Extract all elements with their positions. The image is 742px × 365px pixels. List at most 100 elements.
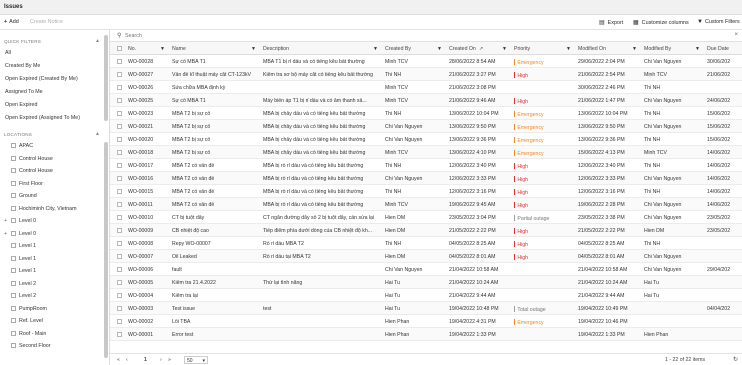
- location-item[interactable]: Level 2: [4, 280, 36, 287]
- row-checkbox[interactable]: [117, 59, 122, 64]
- location-item[interactable]: Level 2: [4, 293, 36, 299]
- location-checkbox[interactable]: [11, 155, 16, 161]
- table-row[interactable]: WO-00002 Lỗi TBA Hien Phan 19/04/2022 4:31 …: [110, 315, 742, 328]
- quick-filters-scrollbar[interactable]: [104, 35, 108, 121]
- customize-columns-button[interactable]: ▦ Customize columns: [633, 19, 689, 26]
- col-no-header[interactable]: No.: [128, 46, 136, 52]
- column-filter-icon[interactable]: ▼: [160, 46, 165, 52]
- location-checkbox[interactable]: [11, 280, 16, 286]
- quick-filter-item[interactable]: Created By Me: [5, 63, 40, 69]
- location-checkbox[interactable]: [11, 293, 16, 298]
- table-row[interactable]: WO-00009 CB nhiệt độ cao Tiếp điểm phía dư…: [110, 224, 742, 237]
- column-filter-icon[interactable]: ▼: [373, 46, 378, 52]
- sort-asc-icon[interactable]: ↗: [479, 46, 483, 52]
- row-checkbox[interactable]: [117, 189, 122, 194]
- location-item[interactable]: Level 1: [4, 243, 36, 249]
- row-checkbox[interactable]: [117, 280, 122, 285]
- location-item[interactable]: Level 1: [4, 268, 36, 274]
- table-row[interactable]: WO-00017 MBA T2 có vấn đề MBA bị rò rỉ dầu…: [110, 159, 742, 172]
- column-filter-icon[interactable]: ▼: [502, 46, 507, 52]
- collapse-locations-icon[interactable]: ▲: [95, 131, 100, 137]
- table-row[interactable]: WO-00025 Sự cố MBA T1 Máy biến áp T1 bị rỉ…: [110, 94, 742, 107]
- table-row[interactable]: WO-00008 Repy WO-00007 Rò rỉ dầu MBA T2 Thi…: [110, 237, 742, 250]
- table-row[interactable]: WO-00023 MBA T2 bị sự cố MBA bị chảy dầu v…: [110, 107, 742, 120]
- locations-scrollbar[interactable]: [104, 142, 108, 358]
- col-modified-by-header[interactable]: Modified By: [644, 46, 671, 52]
- location-checkbox[interactable]: [11, 180, 16, 186]
- custom-filters-button[interactable]: ▼ Custom Filters: [697, 19, 740, 25]
- location-checkbox[interactable]: [11, 243, 16, 248]
- location-item[interactable]: + Level 0: [4, 230, 36, 237]
- location-checkbox[interactable]: [11, 143, 16, 148]
- first-page-button[interactable]: «: [117, 357, 120, 363]
- column-filter-icon[interactable]: ▼: [251, 46, 256, 52]
- col-created-by-header[interactable]: Created By: [385, 46, 411, 52]
- table-row[interactable]: WO-00021 MBA T2 bị sự cố MBA bị chảy dầu v…: [110, 120, 742, 133]
- col-description-header[interactable]: Description: [263, 46, 289, 52]
- location-item[interactable]: Control House: [4, 155, 53, 162]
- column-filter-icon[interactable]: ▼: [566, 46, 571, 52]
- quick-filter-item[interactable]: Open Expired (Created By Me): [5, 76, 78, 82]
- row-checkbox[interactable]: [117, 85, 122, 90]
- col-name-header[interactable]: Name: [172, 46, 186, 52]
- row-checkbox[interactable]: [117, 319, 122, 324]
- location-checkbox[interactable]: [11, 268, 16, 273]
- table-row[interactable]: WO-00011 MBA T2 có vấn đề MBA bị rò rỉ dầu…: [110, 198, 742, 211]
- column-filter-icon[interactable]: ▼: [437, 46, 442, 52]
- table-row[interactable]: WO-00007 Oil Leaked Rò rỉ dầu tại MBA T2 Hi…: [110, 250, 742, 263]
- row-checkbox[interactable]: [117, 241, 122, 246]
- row-checkbox[interactable]: [117, 306, 122, 311]
- row-checkbox[interactable]: [117, 202, 122, 207]
- location-item[interactable]: APAC: [4, 143, 33, 149]
- table-row[interactable]: WO-00004 Kiểm tra lại Hai Tu 21/04/2022 9:4…: [110, 289, 742, 302]
- table-row[interactable]: WO-00015 MBA T2 có vấn đề MBA bị rò rỉ dầu…: [110, 185, 742, 198]
- row-checkbox[interactable]: [117, 267, 122, 272]
- row-checkbox[interactable]: [117, 124, 122, 129]
- location-checkbox[interactable]: [11, 193, 16, 198]
- table-row[interactable]: WO-00018 MBA T2 bị sự cố MBA bị chảy dầu v…: [110, 146, 742, 159]
- table-row[interactable]: WO-00006 fault Chi Van Nguyen 21/04/2022 10…: [110, 263, 742, 276]
- location-checkbox[interactable]: [11, 305, 16, 311]
- row-checkbox[interactable]: [117, 163, 122, 168]
- select-all-checkbox[interactable]: [117, 46, 122, 51]
- row-checkbox[interactable]: [117, 176, 122, 181]
- location-item[interactable]: First Floor: [4, 180, 43, 187]
- row-checkbox[interactable]: [117, 111, 122, 116]
- column-filter-icon[interactable]: ▼: [695, 46, 700, 52]
- row-checkbox[interactable]: [117, 137, 122, 142]
- location-checkbox[interactable]: [11, 168, 16, 173]
- col-modified-on-header[interactable]: Modified On: [578, 46, 606, 52]
- location-checkbox[interactable]: [11, 218, 16, 223]
- next-page-button[interactable]: ›: [160, 357, 162, 363]
- table-row[interactable]: WO-00026 Sửa chữa MBA định kỳ Minh TCV 21/0…: [110, 81, 742, 94]
- table-row[interactable]: WO-00027 Vấn đề kĩ thuật máy cắt CT-123kV…: [110, 68, 742, 81]
- expand-icon[interactable]: +: [4, 218, 11, 224]
- quick-filter-item[interactable]: All: [5, 50, 11, 56]
- location-item[interactable]: PumpRoom: [4, 305, 47, 312]
- page-size-select[interactable]: 50 ▾: [184, 356, 208, 364]
- row-checkbox[interactable]: [117, 228, 122, 233]
- close-icon[interactable]: ×: [734, 32, 738, 38]
- location-item[interactable]: Ref. Level: [4, 318, 43, 324]
- row-checkbox[interactable]: [117, 98, 122, 103]
- location-checkbox[interactable]: [11, 205, 16, 211]
- table-row[interactable]: WO-00010 CT bị tuột dây CT ngắn đường dây …: [110, 211, 742, 224]
- location-checkbox[interactable]: [11, 230, 16, 236]
- location-item[interactable]: Second Floor: [4, 343, 51, 349]
- quick-filter-item[interactable]: Open Expired (Assigned To Me): [5, 115, 80, 121]
- quick-filter-item[interactable]: Assigned To Me: [5, 89, 43, 95]
- table-row[interactable]: WO-00020 MBA T2 bị sự cố MBA bị chảy dầu v…: [110, 133, 742, 146]
- row-checkbox[interactable]: [117, 293, 122, 298]
- table-row[interactable]: WO-00005 Kiểm tra 21.4.2022 Thử lại tình n…: [110, 276, 742, 289]
- collapse-quick-filters-icon[interactable]: ▲: [95, 38, 100, 44]
- create-notice-button[interactable]: Create Notice: [30, 19, 63, 25]
- location-checkbox[interactable]: [11, 318, 16, 323]
- prev-page-button[interactable]: ‹: [126, 357, 128, 363]
- row-checkbox[interactable]: [117, 332, 122, 337]
- refresh-icon[interactable]: ↻: [733, 356, 738, 363]
- col-due-date-header[interactable]: Due Date: [707, 46, 729, 52]
- location-item[interactable]: Ground: [4, 193, 37, 199]
- expand-icon[interactable]: +: [4, 231, 11, 237]
- location-item[interactable]: Control House: [4, 168, 53, 174]
- location-checkbox[interactable]: [11, 343, 16, 348]
